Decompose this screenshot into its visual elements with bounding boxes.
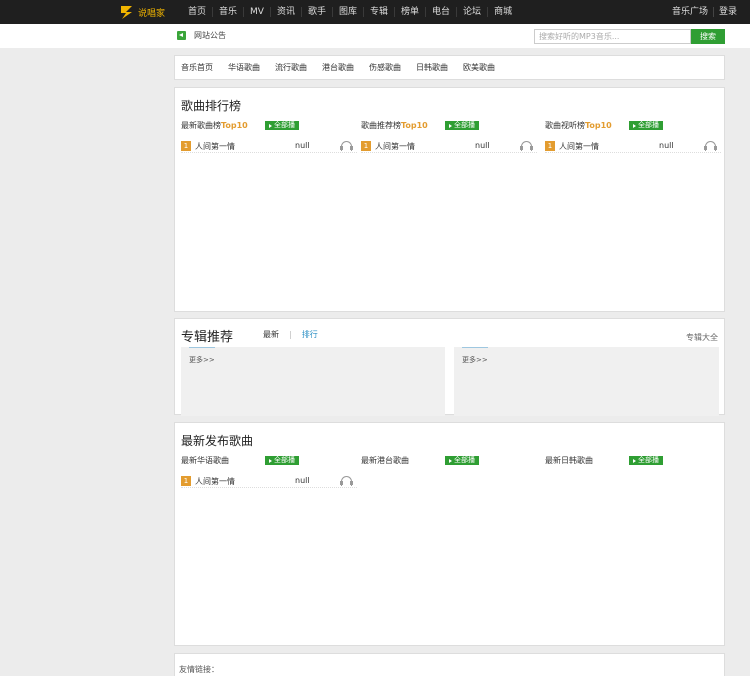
user-links: 音乐广场 登录 [667, 0, 742, 24]
song-artist[interactable]: null [295, 141, 310, 150]
music-square-link[interactable]: 音乐广场 [667, 7, 713, 17]
nav-gallery[interactable]: 图库 [331, 7, 363, 17]
chart-title: 最新歌曲榜Top10 [181, 121, 248, 130]
headphone-icon[interactable] [520, 140, 533, 151]
nav-forum[interactable]: 论坛 [456, 7, 487, 17]
category-pop[interactable]: 流行歌曲 [275, 62, 307, 73]
category-sad[interactable]: 伤感歌曲 [369, 62, 401, 73]
category-hk-tw[interactable]: 港台歌曲 [322, 62, 354, 73]
latest-songs-panel: 最新发布歌曲 最新华语歌曲 全部播 1 人间第一情 null 最新港台歌曲 全部… [174, 422, 725, 646]
ranking-title: 歌曲排行榜 [181, 99, 242, 113]
song-row[interactable]: 1 人间第一情 null [181, 140, 357, 153]
rank-badge: 1 [181, 141, 191, 151]
ranking-panel: 歌曲排行榜 最新歌曲榜Top10 全部播 1 人间第一情 null 歌曲推荐榜T… [174, 87, 725, 312]
search-button[interactable]: 搜索 [691, 29, 725, 44]
chart-column-recommend: 歌曲推荐榜Top10 全部播 1 人间第一情 null [361, 120, 537, 153]
more-link[interactable]: 更多>> [189, 355, 215, 365]
nav-mall[interactable]: 商城 [487, 7, 518, 17]
search-input[interactable] [534, 29, 691, 44]
site-notice[interactable]: 网站公告 [177, 30, 226, 41]
nav-news[interactable]: 资讯 [269, 7, 301, 17]
login-link[interactable]: 登录 [712, 7, 742, 17]
song-row[interactable]: 1 人间第一情 null [361, 140, 537, 153]
headphone-icon[interactable] [340, 475, 353, 486]
more-link[interactable]: 更多>> [462, 355, 488, 365]
play-all-button[interactable]: 全部播 [629, 121, 663, 130]
song-name[interactable]: 人间第一情 [559, 141, 599, 152]
logo-icon [118, 4, 136, 20]
rank-badge: 1 [361, 141, 371, 151]
category-bar: 音乐首页 华语歌曲 流行歌曲 港台歌曲 伤感歌曲 日韩歌曲 欧美歌曲 [174, 55, 725, 80]
column-label: 最新日韩歌曲 [545, 456, 593, 465]
latest-column-chinese: 最新华语歌曲 全部播 1 人间第一情 null [181, 455, 357, 488]
chart-title: 歌曲视听榜Top10 [545, 121, 612, 130]
headphone-icon[interactable] [340, 140, 353, 151]
play-all-button[interactable]: 全部播 [265, 456, 299, 465]
play-all-button[interactable]: 全部播 [629, 456, 663, 465]
nav-singers[interactable]: 歌手 [300, 7, 332, 17]
category-jp-kr[interactable]: 日韩歌曲 [416, 62, 448, 73]
friend-links-label: 友情链接： [179, 665, 219, 674]
chart-column-latest: 最新歌曲榜Top10 全部播 1 人间第一情 null [181, 120, 357, 153]
rank-badge: 1 [181, 476, 191, 486]
latest-column-jp-kr: 最新日韩歌曲 全部播 [545, 455, 721, 466]
song-name[interactable]: 人间第一情 [375, 141, 415, 152]
album-title: 专辑推荐 [181, 330, 234, 345]
category-western[interactable]: 欧美歌曲 [463, 62, 495, 73]
nav-music[interactable]: 音乐 [212, 7, 243, 17]
category-chinese[interactable]: 华语歌曲 [228, 62, 260, 73]
notice-bar: 网站公告 搜索 [0, 24, 750, 48]
category-music-home[interactable]: 音乐首页 [181, 62, 213, 73]
all-albums-link[interactable]: 专辑大全 [686, 332, 718, 343]
chart-title: 歌曲推荐榜Top10 [361, 121, 428, 130]
headphone-icon[interactable] [704, 140, 717, 151]
speaker-icon [177, 31, 186, 40]
logo-text: 说唱家 [138, 8, 166, 19]
album-list-latest: 更多>> [181, 347, 445, 416]
song-artist[interactable]: null [295, 476, 310, 485]
rank-badge: 1 [545, 141, 555, 151]
tab-divider: | [289, 330, 292, 339]
song-artist[interactable]: null [475, 141, 490, 150]
song-row[interactable]: 1 人间第一情 null [181, 475, 357, 488]
song-row[interactable]: 1 人间第一情 null [545, 140, 721, 153]
album-list-ranking: 更多>> [454, 347, 719, 416]
latest-title: 最新发布歌曲 [181, 434, 254, 448]
nav-radio[interactable]: 电台 [425, 7, 456, 17]
friend-links-panel: 友情链接： [174, 653, 725, 676]
chart-column-listen: 歌曲视听榜Top10 全部播 1 人间第一情 null [545, 120, 721, 153]
nav-mv[interactable]: MV [243, 7, 270, 17]
divider-line [189, 347, 215, 348]
site-logo[interactable]: 说唱家 [118, 4, 165, 20]
song-artist[interactable]: null [659, 141, 674, 150]
divider-line [462, 347, 488, 348]
top-nav-bar: 说唱家 首页 音乐 MV 资讯 歌手 图库 专辑 榜单 电台 论坛 商城 音乐广… [0, 0, 750, 24]
play-all-button[interactable]: 全部播 [445, 121, 479, 130]
search-form: 搜索 [534, 29, 725, 44]
column-label: 最新港台歌曲 [361, 456, 409, 465]
latest-column-hk-tw: 最新港台歌曲 全部播 [361, 455, 537, 466]
nav-charts[interactable]: 榜单 [394, 7, 425, 17]
album-panel: 专辑推荐 最新 | 排行 专辑大全 更多>> 更多>> [174, 318, 725, 416]
album-tabs: 最新 | 排行 [263, 329, 318, 340]
nav-home[interactable]: 首页 [182, 7, 212, 17]
column-label: 最新华语歌曲 [181, 456, 229, 465]
play-all-button[interactable]: 全部播 [265, 121, 299, 130]
song-name[interactable]: 人间第一情 [195, 141, 235, 152]
play-all-button[interactable]: 全部播 [445, 456, 479, 465]
main-nav: 首页 音乐 MV 资讯 歌手 图库 专辑 榜单 电台 论坛 商城 [182, 0, 518, 24]
song-name[interactable]: 人间第一情 [195, 476, 235, 487]
tab-ranking[interactable]: 排行 [302, 329, 318, 340]
tab-latest[interactable]: 最新 [263, 329, 279, 340]
nav-albums[interactable]: 专辑 [363, 7, 394, 17]
notice-label: 网站公告 [194, 31, 226, 40]
